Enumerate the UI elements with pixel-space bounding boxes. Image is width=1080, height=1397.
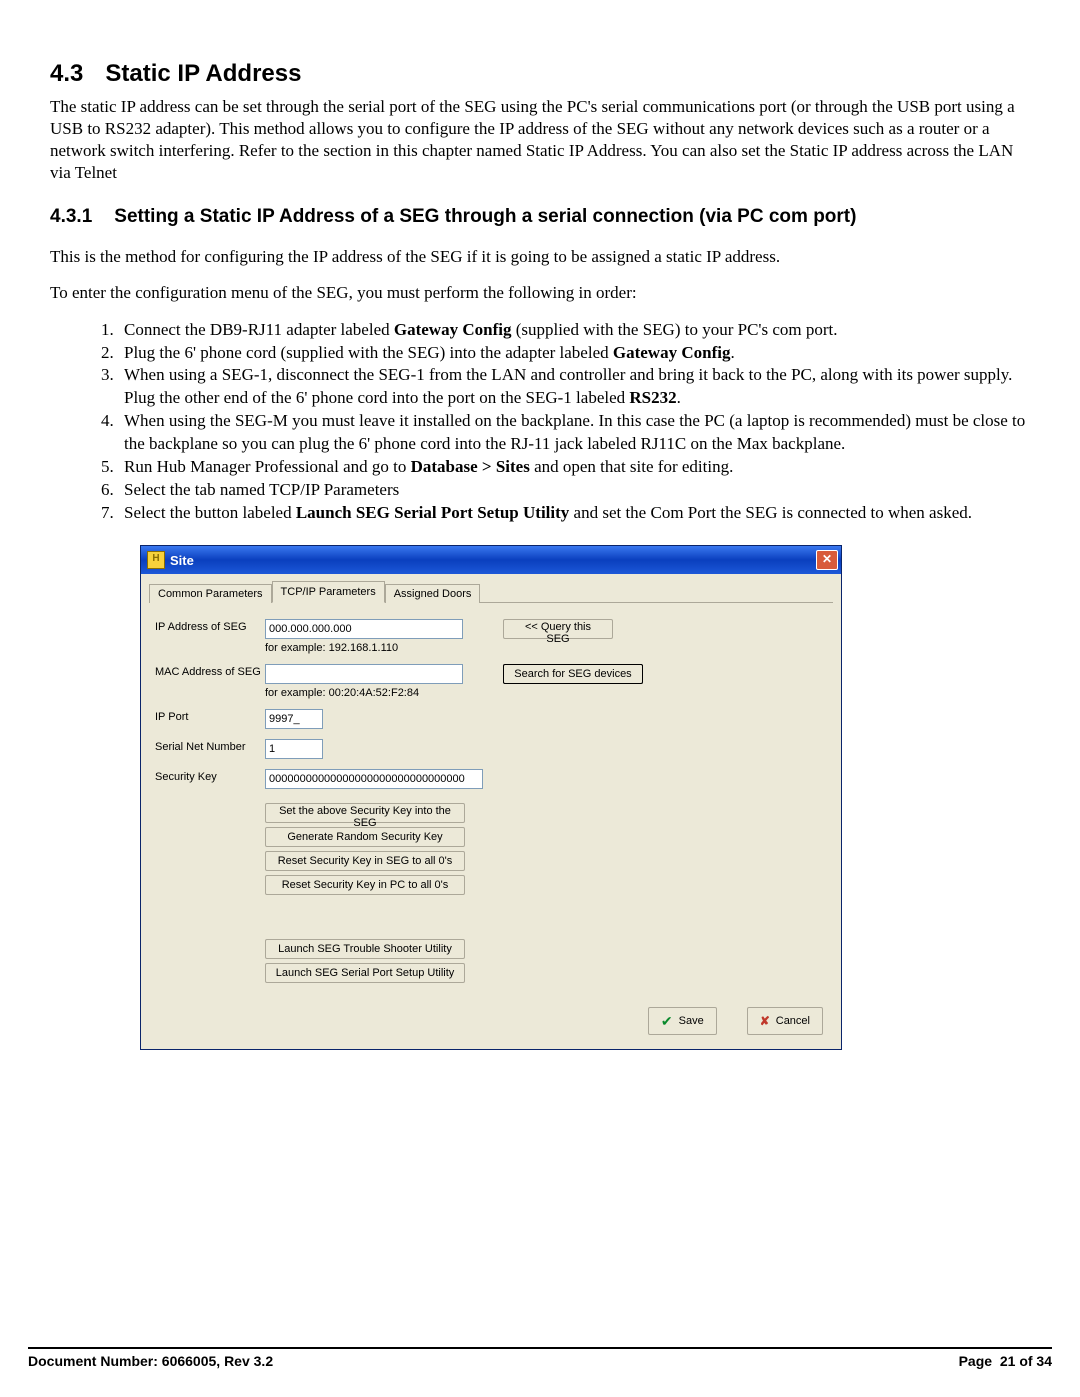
tab-assigned-doors[interactable]: Assigned Doors (385, 584, 481, 603)
tab-common-parameters[interactable]: Common Parameters (149, 584, 272, 603)
method-paragraph: This is the method for configuring the I… (50, 246, 1030, 268)
label-ip-port: IP Port (155, 709, 265, 723)
subsection-title: Setting a Static IP Address of a SEG thr… (114, 206, 856, 227)
save-button-label: Save (679, 1015, 704, 1027)
search-seg-devices-button[interactable]: Search for SEG devices (503, 664, 643, 684)
section-number: 4.3 (50, 60, 83, 88)
cancel-button[interactable]: ✘ Cancel (747, 1007, 823, 1035)
label-serial-net: Serial Net Number (155, 739, 265, 753)
save-button[interactable]: ✔ Save (648, 1007, 717, 1035)
set-security-key-button[interactable]: Set the above Security Key into the SEG (265, 803, 465, 823)
section-title: Static IP Address (105, 60, 301, 87)
query-seg-button[interactable]: << Query this SEG (503, 619, 613, 639)
cancel-button-label: Cancel (776, 1015, 810, 1027)
document-number: Document Number: 6066005, Rev 3.2 (28, 1353, 273, 1369)
site-dialog: H Site ✕ Common Parameters TCP/IP Parame… (140, 545, 842, 1050)
intro-paragraph: The static IP address can be set through… (50, 96, 1030, 184)
tab-strip: Common Parameters TCP/IP Parameters Assi… (149, 580, 833, 603)
page-number: Page 21 of 34 (959, 1353, 1052, 1369)
step-item: Select the button labeled Launch SEG Ser… (118, 502, 1030, 525)
reset-key-pc-button[interactable]: Reset Security Key in PC to all 0's (265, 875, 465, 895)
x-icon: ✘ (760, 1014, 770, 1028)
ip-help-text: for example: 192.168.1.110 (265, 642, 463, 654)
serial-net-input[interactable] (265, 739, 323, 759)
launch-serial-setup-button[interactable]: Launch SEG Serial Port Setup Utility (265, 963, 465, 983)
label-mac-address: MAC Address of SEG (155, 664, 265, 678)
app-icon: H (147, 551, 165, 569)
page-footer: Document Number: 6066005, Rev 3.2 Page 2… (28, 1347, 1052, 1369)
tab-tcpip-parameters[interactable]: TCP/IP Parameters (272, 581, 385, 603)
check-icon: ✔ (661, 1014, 673, 1028)
launch-trouble-shooter-button[interactable]: Launch SEG Trouble Shooter Utility (265, 939, 465, 959)
section-heading: 4.3 Static IP Address (50, 60, 1030, 88)
subsection-number: 4.3.1 (50, 206, 92, 228)
ip-port-input[interactable] (265, 709, 323, 729)
mac-address-input[interactable] (265, 664, 463, 684)
step-item: Plug the 6' phone cord (supplied with th… (118, 342, 1030, 365)
subsection-heading: 4.3.1 Setting a Static IP Address of a SE… (50, 206, 1030, 228)
dialog-titlebar[interactable]: H Site ✕ (141, 546, 841, 574)
ip-address-input[interactable] (265, 619, 463, 639)
step-item: Connect the DB9-RJ11 adapter labeled Gat… (118, 319, 1030, 342)
close-icon[interactable]: ✕ (816, 550, 838, 570)
reset-key-seg-button[interactable]: Reset Security Key in SEG to all 0's (265, 851, 465, 871)
mac-help-text: for example: 00:20:4A:52:F2:84 (265, 687, 463, 699)
step-item: Run Hub Manager Professional and go to D… (118, 456, 1030, 479)
step-item: When using the SEG-M you must leave it i… (118, 410, 1030, 456)
lead-in-paragraph: To enter the configuration menu of the S… (50, 282, 1030, 304)
steps-list: Connect the DB9-RJ11 adapter labeled Gat… (90, 319, 1030, 525)
step-item: When using a SEG-1, disconnect the SEG-1… (118, 364, 1030, 410)
label-security-key: Security Key (155, 769, 265, 783)
step-item: Select the tab named TCP/IP Parameters (118, 479, 1030, 502)
dialog-title: Site (170, 553, 194, 568)
security-key-input[interactable] (265, 769, 483, 789)
label-ip-address: IP Address of SEG (155, 619, 265, 633)
generate-security-key-button[interactable]: Generate Random Security Key (265, 827, 465, 847)
